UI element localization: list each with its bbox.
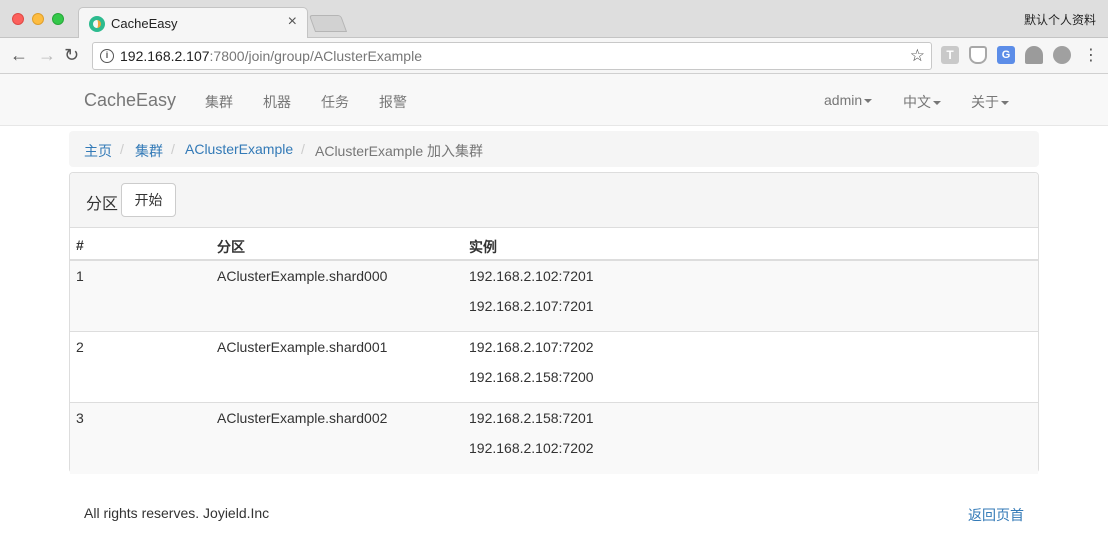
caret-down-icon (864, 99, 873, 104)
column-header-index: # (76, 237, 84, 253)
row-instance: 192.168.2.158:7200 (469, 369, 594, 385)
browser-menu-icon[interactable]: ⋮ (1083, 45, 1099, 65)
row-shard: AClusterExample.shard002 (217, 410, 388, 426)
breadcrumb-separator: / (120, 141, 124, 157)
row-shard: AClusterExample.shard001 (217, 339, 388, 355)
bookmark-star-icon[interactable]: ☆ (910, 46, 925, 66)
row-instance: 192.168.2.158:7201 (469, 410, 594, 426)
url-host: 192.168.2.107 (120, 48, 210, 64)
table-row: 3 AClusterExample.shard002 192.168.2.158… (70, 403, 1038, 474)
translate-extension-icon[interactable]: G (997, 46, 1015, 64)
footer-copyright: All rights reserves. Joyield.Inc (84, 505, 270, 521)
app-navbar: CacheEasy 集群 机器 任务 报警 admin 中文 关于 (0, 74, 1108, 126)
browser-toolbar: ← → ↻ i 192.168.2.107:7800/join/group/AC… (0, 38, 1108, 74)
breadcrumb-separator: / (301, 141, 305, 157)
column-header-shard: 分区 (217, 239, 245, 255)
back-to-top-link[interactable]: 返回页首 (968, 505, 1024, 525)
row-instance: 192.168.2.102:7202 (469, 440, 594, 456)
table-row: 2 AClusterExample.shard001 192.168.2.107… (70, 332, 1038, 403)
tab-title: CacheEasy (111, 16, 178, 31)
row-index: 1 (76, 268, 84, 284)
minimize-window-button[interactable] (32, 13, 44, 25)
nav-item-alerts[interactable]: 报警 (379, 92, 407, 112)
brand-logo[interactable]: CacheEasy (84, 90, 176, 111)
profile-label[interactable]: 默认个人资料 (1024, 11, 1096, 28)
extension-shield-icon[interactable] (969, 46, 987, 64)
breadcrumb-home[interactable]: 主页 (84, 141, 112, 161)
maximize-window-button[interactable] (52, 13, 64, 25)
caret-down-icon (1001, 101, 1009, 106)
nav-item-machines[interactable]: 机器 (263, 92, 291, 112)
row-shard: AClusterExample.shard000 (217, 268, 388, 284)
start-button[interactable]: 开始 (121, 183, 176, 217)
close-window-button[interactable] (12, 13, 24, 25)
extension-arc-icon[interactable] (1025, 46, 1043, 64)
close-tab-icon[interactable]: × (288, 13, 297, 31)
breadcrumb-clusters[interactable]: 集群 (135, 141, 163, 161)
extension-t-icon[interactable]: T (941, 46, 959, 64)
address-bar[interactable]: i 192.168.2.107:7800/join/group/ACluster… (92, 42, 932, 70)
row-instance: 192.168.2.107:7202 (469, 339, 594, 355)
breadcrumb-separator: / (171, 141, 175, 157)
forward-arrow-icon[interactable]: → (38, 44, 56, 66)
browser-tab-bar: CacheEasy × 默认个人资料 (0, 0, 1108, 39)
url-text[interactable]: 192.168.2.107:7800/join/group/AClusterEx… (120, 48, 422, 64)
row-instance: 192.168.2.102:7201 (469, 268, 594, 284)
cacheeasy-favicon-icon (89, 16, 105, 32)
site-info-icon[interactable]: i (100, 49, 114, 63)
row-index: 2 (76, 339, 84, 355)
user-menu[interactable]: admin (824, 92, 873, 108)
nav-item-tasks[interactable]: 任务 (321, 92, 349, 112)
column-header-instances: 实例 (469, 239, 497, 255)
breadcrumb-current: AClusterExample 加入集群 (315, 143, 484, 159)
back-arrow-icon[interactable]: ← (10, 44, 28, 66)
breadcrumb-cluster[interactable]: AClusterExample (185, 141, 293, 157)
table-row: 1 AClusterExample.shard000 192.168.2.102… (70, 261, 1038, 332)
user-menu-label: admin (824, 92, 863, 108)
url-path: :7800/join/group/AClusterExample (209, 48, 422, 64)
row-instance: 192.168.2.107:7201 (469, 298, 594, 314)
nav-item-clusters[interactable]: 集群 (205, 92, 233, 112)
shard-panel: 分区 开始 # 分区 实例 1 AClusterExample.shard000… (69, 172, 1039, 474)
panel-title: 分区 (86, 196, 119, 213)
row-index: 3 (76, 410, 84, 426)
language-menu-label: 中文 (903, 94, 931, 110)
new-tab-button[interactable] (308, 15, 348, 32)
extension-globe-icon[interactable] (1053, 46, 1071, 64)
browser-tab[interactable]: CacheEasy × (78, 7, 308, 39)
breadcrumb: 主页 / 集群 / AClusterExample / AClusterExam… (69, 131, 1039, 167)
language-menu[interactable]: 中文 (903, 92, 941, 112)
panel-heading: 分区 开始 (70, 173, 1038, 228)
reload-icon[interactable]: ↻ (64, 44, 79, 66)
caret-down-icon (933, 101, 941, 106)
about-menu-label: 关于 (971, 94, 999, 110)
about-menu[interactable]: 关于 (971, 92, 1009, 112)
